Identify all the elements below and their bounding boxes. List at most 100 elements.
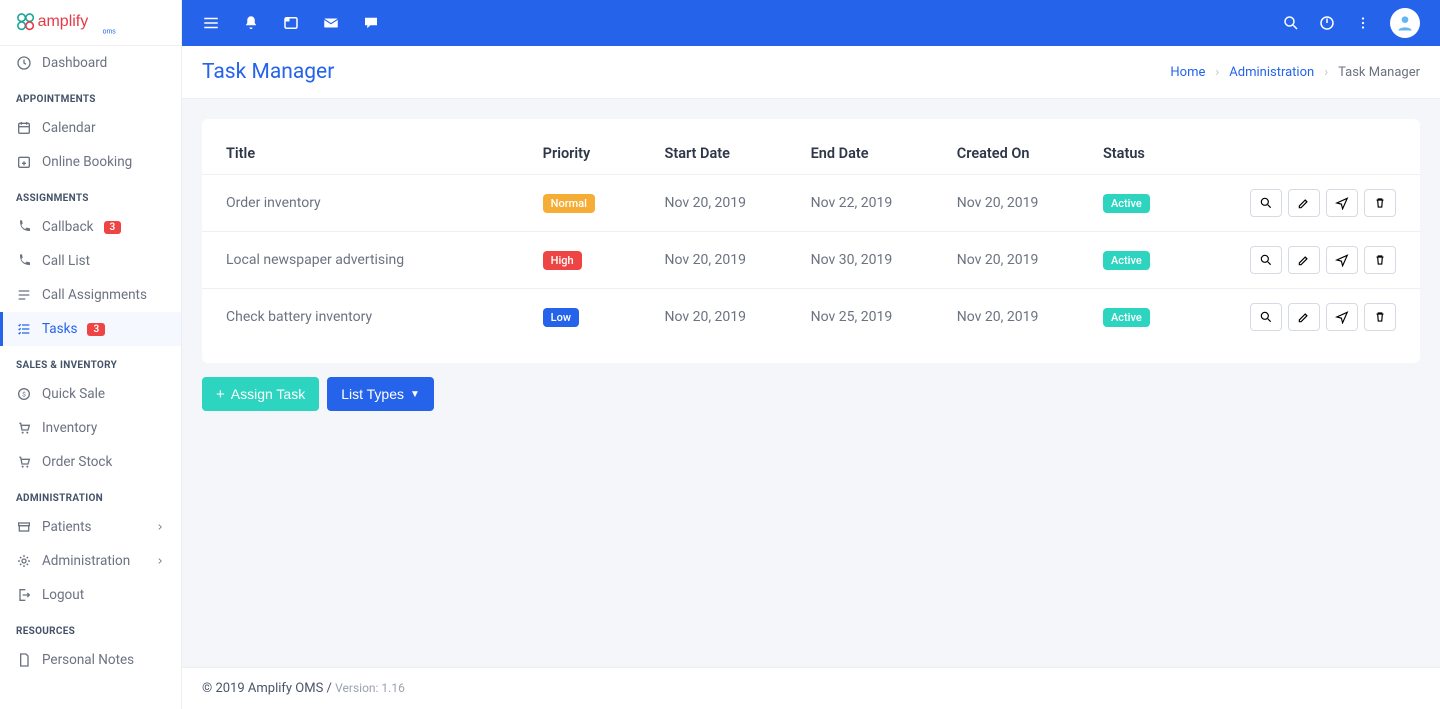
cell-priority: High (519, 232, 641, 289)
cell-end: Nov 22, 2019 (787, 175, 933, 232)
cell-start: Nov 20, 2019 (640, 175, 786, 232)
mail-icon[interactable] (322, 14, 340, 32)
priority-pill: Low (543, 308, 579, 327)
avatar[interactable] (1390, 8, 1420, 38)
more-vert-icon[interactable] (1354, 14, 1372, 32)
sidebar-item-administration[interactable]: Administration (0, 544, 181, 578)
footer-separator: / (323, 681, 335, 696)
row-actions (1249, 303, 1396, 331)
breadcrumb-admin[interactable]: Administration (1229, 65, 1314, 80)
cell-title: Check battery inventory (202, 289, 519, 346)
sidebar-item-dashboard[interactable]: Dashboard (0, 46, 181, 80)
user-icon (1395, 13, 1415, 33)
sidebar-item-logout[interactable]: Logout (0, 578, 181, 612)
svg-text:amplify: amplify (38, 13, 89, 30)
tab-icon[interactable] (282, 14, 300, 32)
table-row: Order inventory Normal Nov 20, 2019 Nov … (202, 175, 1420, 232)
sidebar-item-online-booking[interactable]: Online Booking (0, 145, 181, 179)
chevron-right-icon: › (1324, 65, 1328, 80)
cell-title: Order inventory (202, 175, 519, 232)
col-priority: Priority (519, 129, 641, 175)
clock-icon (16, 55, 32, 71)
sidebar-section-appointments: APPOINTMENTS (0, 80, 181, 111)
sidebar-item-label: Patients (42, 519, 92, 535)
assign-task-button[interactable]: + Assign Task (202, 377, 319, 411)
page-header: Task Manager Home › Administration › Tas… (182, 46, 1440, 99)
trash-icon (1373, 196, 1387, 210)
sidebar-item-inventory[interactable]: Inventory (0, 411, 181, 445)
sidebar-item-patients[interactable]: Patients (0, 510, 181, 544)
sidebar-item-label: Call List (42, 253, 90, 269)
sidebar-item-calendar[interactable]: Calendar (0, 111, 181, 145)
send-icon (1335, 196, 1349, 210)
sidebar-item-label: Logout (42, 587, 84, 603)
sidebar-item-label: Inventory (42, 420, 97, 436)
breadcrumb-home[interactable]: Home (1170, 65, 1205, 80)
trash-icon (1373, 310, 1387, 324)
logout-icon (16, 587, 32, 603)
priority-pill: High (543, 251, 582, 270)
view-button[interactable] (1250, 303, 1282, 331)
sidebar-item-label: Call Assignments (42, 287, 147, 303)
cell-created: Nov 20, 2019 (933, 175, 1079, 232)
main-content: Task Manager Home › Administration › Tas… (182, 0, 1440, 709)
logo[interactable]: amplify oms (0, 0, 181, 46)
row-actions (1249, 246, 1396, 274)
sidebar-badge: 3 (104, 221, 122, 234)
sidebar-item-label: Online Booking (42, 154, 132, 170)
sidebar-item-callback[interactable]: Callback 3 (0, 210, 181, 244)
row-actions (1249, 189, 1396, 217)
sidebar-item-label: Dashboard (42, 55, 107, 71)
sidebar-item-tasks[interactable]: Tasks 3 (0, 312, 181, 346)
cell-start: Nov 20, 2019 (640, 232, 786, 289)
doc-icon (16, 652, 32, 668)
bell-icon[interactable] (242, 14, 260, 32)
sidebar-item-order-stock[interactable]: Order Stock (0, 445, 181, 479)
table-row: Local newspaper advertising High Nov 20,… (202, 232, 1420, 289)
sidebar-item-label: Calendar (42, 120, 96, 136)
search-icon (1259, 196, 1273, 210)
search-icon[interactable] (1282, 14, 1300, 32)
calendar-plus-icon (16, 154, 32, 170)
col-title: Title (202, 129, 519, 175)
cell-priority: Normal (519, 175, 641, 232)
list-types-dropdown[interactable]: List Types ▼ (327, 377, 434, 411)
sidebar-item-label: Administration (42, 553, 130, 569)
delete-button[interactable] (1364, 303, 1396, 331)
sidebar-item-call-assignments[interactable]: Call Assignments (0, 278, 181, 312)
view-button[interactable] (1250, 246, 1282, 274)
trash-icon (1373, 253, 1387, 267)
page-title: Task Manager (202, 60, 334, 84)
delete-button[interactable] (1364, 189, 1396, 217)
status-pill: Active (1103, 308, 1150, 327)
send-button[interactable] (1326, 246, 1358, 274)
sidebar-item-quick-sale[interactable]: $ Quick Sale (0, 377, 181, 411)
view-button[interactable] (1250, 189, 1282, 217)
edit-button[interactable] (1288, 303, 1320, 331)
edit-button[interactable] (1288, 189, 1320, 217)
cell-created: Nov 20, 2019 (933, 289, 1079, 346)
menu-icon[interactable] (202, 14, 220, 32)
sidebar-item-personal-notes[interactable]: Personal Notes (0, 643, 181, 677)
status-pill: Active (1103, 194, 1150, 213)
cell-status: Active (1079, 289, 1225, 346)
phone-list-icon (16, 253, 32, 269)
sidebar-section-admin: ADMINISTRATION (0, 479, 181, 510)
edit-button[interactable] (1288, 246, 1320, 274)
list-types-label: List Types (341, 386, 404, 402)
sidebar-item-call-list[interactable]: Call List (0, 244, 181, 278)
topbar (182, 0, 1440, 46)
calendar-icon (16, 120, 32, 136)
sidebar-badge: 3 (87, 323, 105, 336)
footer: © 2019 Amplify OMS / Version: 1.16 (182, 667, 1440, 709)
action-bar: + Assign Task List Types ▼ (202, 377, 1420, 411)
coin-icon: $ (16, 386, 32, 402)
cell-status: Active (1079, 232, 1225, 289)
power-icon[interactable] (1318, 14, 1336, 32)
sidebar-item-label: Personal Notes (42, 652, 134, 668)
delete-button[interactable] (1364, 246, 1396, 274)
send-button[interactable] (1326, 189, 1358, 217)
edit-icon (1297, 196, 1311, 210)
send-button[interactable] (1326, 303, 1358, 331)
chat-icon[interactable] (362, 14, 380, 32)
